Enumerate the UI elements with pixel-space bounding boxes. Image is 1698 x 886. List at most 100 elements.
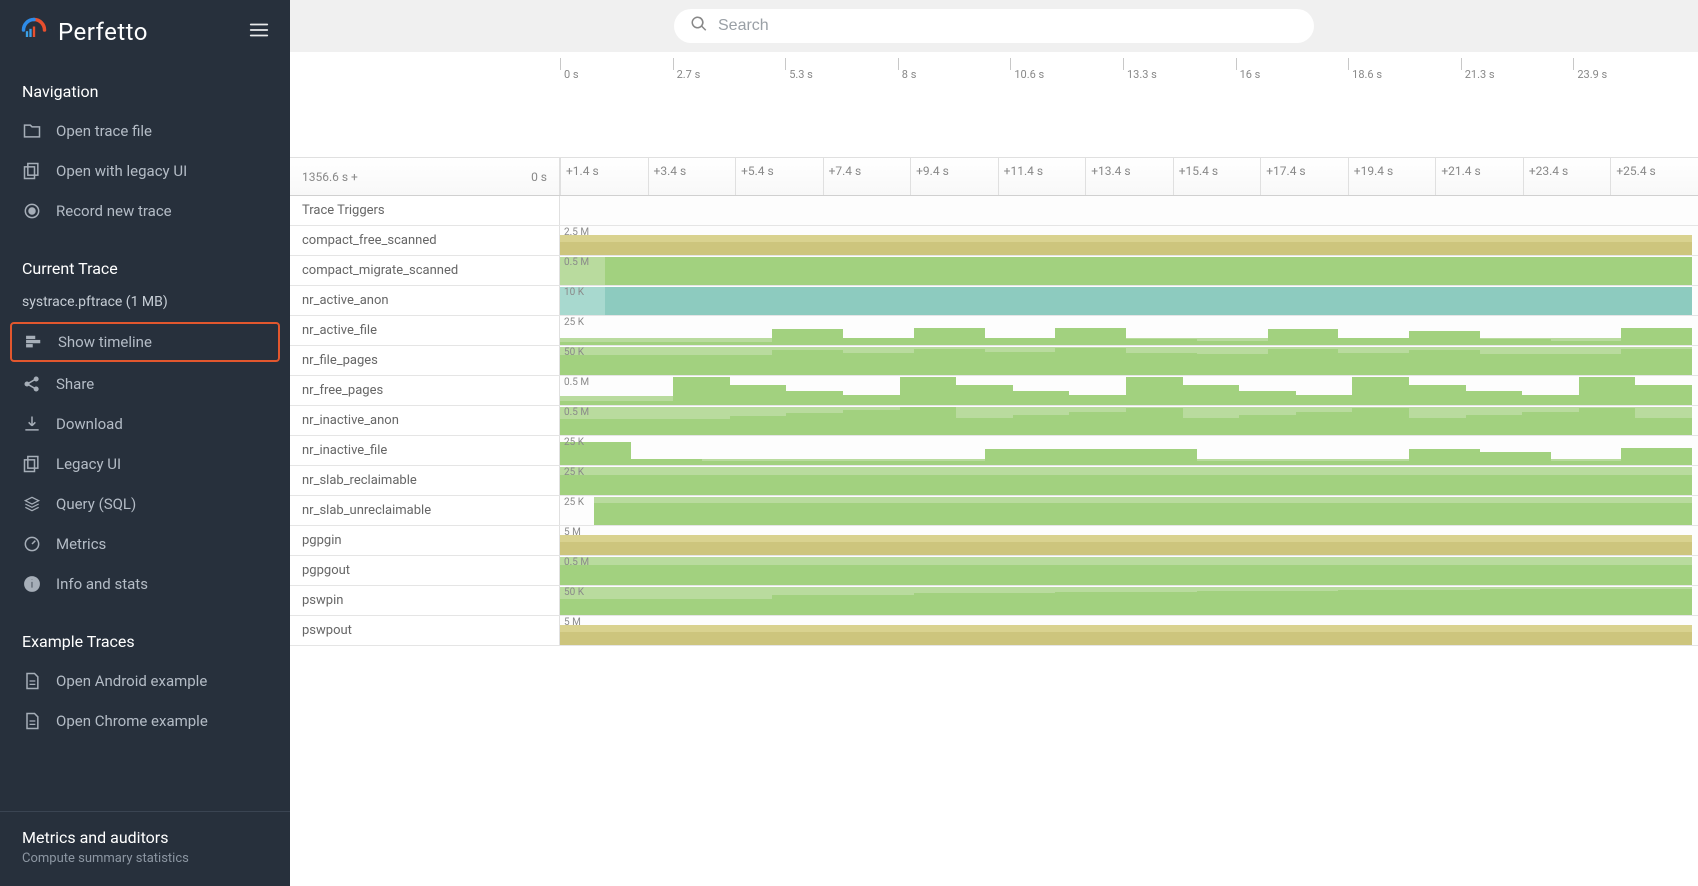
track-data[interactable]: 5 M	[560, 526, 1698, 555]
track-data[interactable]: 25 K	[560, 496, 1698, 525]
track-name: nr_free_pages	[290, 376, 560, 405]
time-zero-label: 0 s	[531, 170, 547, 184]
trace-item-info-and-stats[interactable]: i Info and stats	[0, 564, 290, 604]
trace-item-show-timeline[interactable]: Show timeline	[10, 322, 280, 362]
track-data[interactable]	[560, 196, 1698, 225]
track-row[interactable]: pswpout 5 M	[290, 616, 1698, 646]
trace-item-legacy-ui[interactable]: Legacy UI	[0, 444, 290, 484]
track-scale-label: 0.5 M	[564, 377, 589, 388]
time-tick: +17.4 s	[1260, 158, 1348, 195]
track-name: pswpin	[290, 586, 560, 615]
track-name: pswpout	[290, 616, 560, 645]
track-data[interactable]: 25 K	[560, 466, 1698, 495]
nav-item-record-new-trace[interactable]: Record new trace	[0, 191, 290, 231]
info-icon: i	[22, 574, 42, 594]
current-trace-title: Current Trace	[0, 245, 290, 288]
app-logo[interactable]: Perfetto	[20, 16, 148, 48]
track-row[interactable]: nr_active_anon 10 K	[290, 286, 1698, 316]
track-data[interactable]: 50 K	[560, 346, 1698, 375]
track-row[interactable]: nr_inactive_file25 K	[290, 436, 1698, 466]
track-data[interactable]: 2.5 M	[560, 226, 1698, 255]
track-scale-label: 25 K	[564, 437, 584, 448]
ruler-tick: 2.7 s	[673, 58, 786, 70]
track-name: nr_slab_reclaimable	[290, 466, 560, 495]
track-row[interactable]: nr_slab_reclaimable25 K	[290, 466, 1698, 496]
track-data[interactable]: 50 K	[560, 586, 1698, 615]
sidebar-item-label: Query (SQL)	[56, 495, 136, 513]
track-name: compact_free_scanned	[290, 226, 560, 255]
track-data[interactable]: 25 K	[560, 436, 1698, 465]
metrics-icon	[22, 534, 42, 554]
track-scale-label: 0.5 M	[564, 407, 589, 418]
trace-filename: systrace.pftrace (1 MB)	[0, 288, 290, 320]
ruler-tick: 18.6 s	[1348, 58, 1461, 70]
track-scale-label: 50 K	[564, 587, 584, 598]
track-data[interactable]: 0.5 M	[560, 406, 1698, 435]
track-row[interactable]: nr_active_file25 K	[290, 316, 1698, 346]
track-row[interactable]: pgpgin5 M	[290, 526, 1698, 556]
track-data[interactable]: 0.5 M	[560, 556, 1698, 585]
example-item-open-chrome-example[interactable]: Open Chrome example	[0, 701, 290, 741]
track-row[interactable]: nr_file_pages50 K	[290, 346, 1698, 376]
track-data[interactable]: 10 K	[560, 286, 1698, 315]
track-row[interactable]: nr_free_pages 0.5 M	[290, 376, 1698, 406]
ruler-tick: 0 s	[560, 58, 673, 70]
time-tick: +3.4 s	[648, 158, 736, 195]
track-data[interactable]: 0.5 M	[560, 376, 1698, 405]
track-name: Trace Triggers	[290, 196, 560, 225]
track-list[interactable]: Trace Triggerscompact_free_scanned2.5 Mc…	[290, 196, 1698, 886]
track-row[interactable]: Trace Triggers	[290, 196, 1698, 226]
track-name: nr_active_anon	[290, 286, 560, 315]
track-scale-label: 25 K	[564, 317, 584, 328]
time-offset-label: 1356.6 s +	[302, 170, 358, 184]
track-row[interactable]: compact_migrate_scanned 0.5 M	[290, 256, 1698, 286]
copy-icon	[22, 161, 42, 181]
track-row[interactable]: nr_slab_unreclaimable25 K	[290, 496, 1698, 526]
track-data[interactable]: 5 M	[560, 616, 1698, 645]
nav-item-open-trace-file[interactable]: Open trace file	[0, 111, 290, 151]
search-box[interactable]	[674, 9, 1314, 43]
track-name: compact_migrate_scanned	[290, 256, 560, 285]
track-row[interactable]: compact_free_scanned2.5 M	[290, 226, 1698, 256]
search-input[interactable]	[718, 17, 1298, 35]
ruler-tick: 5.3 s	[785, 58, 898, 70]
track-name: pgpgout	[290, 556, 560, 585]
track-scale-label: 5 M	[564, 617, 581, 628]
track-scale-label: 0.5 M	[564, 557, 589, 568]
ruler-tick: 21.3 s	[1461, 58, 1574, 70]
sidebar-item-label: Info and stats	[56, 575, 148, 593]
sidebar-item-label: Open trace file	[56, 122, 152, 140]
timeline-icon	[24, 332, 44, 352]
nav-item-open-with-legacy-ui[interactable]: Open with legacy UI	[0, 151, 290, 191]
track-data[interactable]: 0.5 M	[560, 256, 1698, 285]
topbar	[290, 0, 1698, 52]
track-row[interactable]: nr_inactive_anon 0.5 M	[290, 406, 1698, 436]
trace-item-download[interactable]: Download	[0, 404, 290, 444]
overview-ruler[interactable]: 0 s2.7 s5.3 s8 s10.6 s13.3 s16 s18.6 s21…	[290, 52, 1698, 158]
sidebar-item-label: Record new trace	[56, 202, 172, 220]
track-name: nr_file_pages	[290, 346, 560, 375]
ruler-tick: 10.6 s	[1010, 58, 1123, 70]
track-row[interactable]: pswpin 50 K	[290, 586, 1698, 616]
trace-item-metrics[interactable]: Metrics	[0, 524, 290, 564]
time-tick: +23.4 s	[1523, 158, 1611, 195]
doc-icon	[22, 711, 42, 731]
track-data[interactable]: 25 K	[560, 316, 1698, 345]
trace-item-query-sql-[interactable]: Query (SQL)	[0, 484, 290, 524]
trace-item-share[interactable]: Share	[0, 364, 290, 404]
track-name: pgpgin	[290, 526, 560, 555]
time-ruler[interactable]: 1356.6 s + 0 s +1.4 s+3.4 s+5.4 s+7.4 s+…	[290, 158, 1698, 196]
sidebar-footer[interactable]: Metrics and auditors Compute summary sta…	[0, 811, 290, 886]
track-scale-label: 10 K	[564, 287, 584, 298]
copy-icon	[22, 454, 42, 474]
doc-icon	[22, 671, 42, 691]
ruler-tick: 16 s	[1236, 58, 1349, 70]
track-scale-label: 0.5 M	[564, 257, 589, 268]
track-name: nr_inactive_anon	[290, 406, 560, 435]
example-item-open-android-example[interactable]: Open Android example	[0, 661, 290, 701]
record-icon	[22, 201, 42, 221]
track-row[interactable]: pgpgout 0.5 M	[290, 556, 1698, 586]
menu-icon[interactable]	[248, 19, 270, 45]
time-tick: +11.4 s	[998, 158, 1086, 195]
sidebar: Perfetto Navigation Open trace fileOpen …	[0, 0, 290, 886]
